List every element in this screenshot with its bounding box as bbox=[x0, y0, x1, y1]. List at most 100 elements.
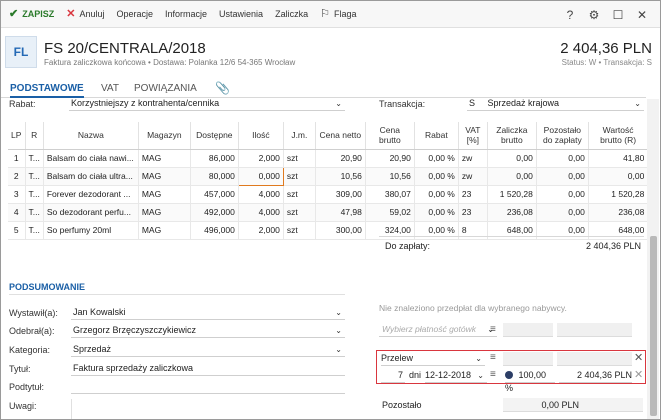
col-r[interactable]: R bbox=[25, 122, 44, 150]
table-row[interactable]: 3 T... Forever dezodorant ... MAG 457,00… bbox=[8, 185, 648, 204]
cell-rabat[interactable]: 0,00 % bbox=[414, 185, 459, 204]
cell-cena-brutto[interactable]: 10,56 bbox=[365, 167, 415, 186]
cell-magazyn[interactable]: MAG bbox=[138, 167, 191, 186]
odebral-value: Grzegorz Brzęczyszczykiewicz bbox=[73, 325, 197, 335]
cell-ilosc[interactable]: 4,000 bbox=[238, 203, 284, 222]
cell-nazwa[interactable]: So dezodorant perfu... bbox=[43, 203, 139, 222]
help-button[interactable]: ? bbox=[558, 8, 582, 22]
cell-vat[interactable]: 23 bbox=[458, 185, 488, 204]
rabat-select[interactable]: Korzystniejszy z kontrahenta/cennika ⌄ bbox=[69, 97, 345, 111]
cell-cena-netto[interactable]: 20,90 bbox=[315, 149, 366, 168]
cell-lp: 2 bbox=[8, 167, 26, 186]
advance-menu[interactable]: Zaliczka bbox=[269, 1, 314, 28]
col-magazyn[interactable]: Magazyn bbox=[138, 122, 191, 150]
cell-vat[interactable]: zw bbox=[458, 167, 488, 186]
payment-method-select[interactable]: Przelew ⌄ bbox=[381, 352, 485, 366]
tytul-input[interactable]: Faktura sprzedaży zaliczkowa bbox=[71, 362, 345, 376]
cell-nazwa[interactable]: Balsam do ciała nawi... bbox=[43, 149, 139, 168]
table-row[interactable]: 2 T... Balsam do ciała ultra... MAG 80,0… bbox=[8, 166, 648, 186]
flag-menu[interactable]: ⚐ Flaga bbox=[314, 1, 362, 28]
col-pozostalo[interactable]: Pozostało do zapłaty bbox=[536, 122, 589, 150]
col-ilosc[interactable]: Ilość bbox=[238, 122, 284, 150]
cash-payment-select[interactable]: Wybierz płatność gotówk ⌄ bbox=[379, 323, 497, 337]
col-lp[interactable]: LP bbox=[8, 122, 26, 150]
save-button[interactable]: ✔ ZAPISZ bbox=[1, 1, 60, 28]
odebral-select[interactable]: Grzegorz Brzęczyszczykiewicz ⌄ bbox=[71, 324, 345, 338]
menu-icon[interactable]: ≡ bbox=[490, 369, 496, 380]
cell-magazyn[interactable]: MAG bbox=[138, 221, 191, 240]
operations-menu[interactable]: Operacje bbox=[110, 1, 159, 28]
gear-icon[interactable]: ⚙ bbox=[582, 8, 606, 22]
cell-lp: 5 bbox=[8, 221, 26, 240]
cell-vat[interactable]: 23 bbox=[458, 203, 488, 222]
cell-rabat[interactable]: 0,00 % bbox=[414, 167, 459, 186]
menu-icon[interactable]: ≡ bbox=[490, 324, 496, 335]
menu-icon[interactable]: ≡ bbox=[490, 352, 496, 363]
table-row[interactable]: 1 T... Balsam do ciała nawi... MAG 86,00… bbox=[8, 149, 648, 168]
cell-cena-brutto[interactable]: 20,90 bbox=[365, 149, 415, 168]
cancel-button[interactable]: ✕ Anuluj bbox=[60, 1, 110, 28]
cell-cena-netto[interactable]: 10,56 bbox=[315, 167, 366, 186]
cell-magazyn[interactable]: MAG bbox=[138, 203, 191, 222]
table-row[interactable]: 4 T... So dezodorant perfu... MAG 492,00… bbox=[8, 203, 648, 222]
cell-vat[interactable]: zw bbox=[458, 149, 488, 168]
podtytul-input[interactable] bbox=[71, 380, 345, 394]
col-zaliczka[interactable]: Zaliczka brutto bbox=[487, 122, 537, 150]
days-input[interactable]: 7 bbox=[381, 369, 405, 383]
col-dostepne[interactable]: Dostępne bbox=[190, 122, 239, 150]
tab-podstawowe[interactable]: PODSTAWOWE bbox=[10, 83, 84, 98]
wystawil-select[interactable]: Jan Kowalski ⌄ bbox=[71, 306, 345, 320]
cell-cena-netto[interactable]: 309,00 bbox=[315, 185, 366, 204]
cell-rabat[interactable]: 0,00 % bbox=[414, 203, 459, 222]
close-icon[interactable]: ✕ bbox=[634, 368, 643, 381]
close-window-icon[interactable]: ✕ bbox=[630, 8, 654, 22]
col-vat[interactable]: VAT [%] bbox=[458, 122, 488, 150]
cell-jm[interactable]: szt bbox=[283, 185, 316, 204]
scrollbar-thumb[interactable] bbox=[650, 236, 657, 416]
settings-menu[interactable]: Ustawienia bbox=[213, 1, 269, 28]
avatar: FL bbox=[5, 36, 37, 68]
cell-cena-netto[interactable]: 47,98 bbox=[315, 203, 366, 222]
cell-jm[interactable]: szt bbox=[283, 221, 316, 240]
tab-vat[interactable]: VAT bbox=[101, 83, 119, 94]
cell-ilosc[interactable]: 2,000 bbox=[238, 221, 284, 240]
col-wartosc[interactable]: Wartość brutto (R) bbox=[588, 122, 648, 150]
uwagi-textarea[interactable] bbox=[71, 399, 345, 419]
rabat-value: Korzystniejszy z kontrahenta/cennika bbox=[71, 98, 220, 108]
cell-dostepne: 457,000 bbox=[190, 185, 239, 204]
transakcja-code: S bbox=[469, 98, 476, 108]
close-icon[interactable]: ✕ bbox=[634, 351, 643, 364]
col-cena-brutto[interactable]: Cena brutto bbox=[365, 122, 415, 150]
cell-magazyn[interactable]: MAG bbox=[138, 149, 191, 168]
tab-powiazania[interactable]: POWIĄZANIA bbox=[134, 83, 197, 94]
percent-field[interactable]: 100,00 % bbox=[505, 369, 555, 393]
transakcja-select[interactable]: S Sprzedaż krajowa ⌄ bbox=[467, 97, 644, 111]
cell-nazwa[interactable]: So perfumy 20ml bbox=[43, 221, 139, 240]
cell-cena-netto[interactable]: 300,00 bbox=[315, 221, 366, 240]
date-input[interactable]: 12-12-2018 ⌄ bbox=[425, 369, 487, 383]
payment-amount-field[interactable]: 2 404,36 PLN bbox=[559, 369, 632, 383]
cell-jm[interactable]: szt bbox=[283, 167, 316, 186]
kategoria-select[interactable]: Sprzedaż ⌄ bbox=[71, 343, 345, 357]
cell-lp: 1 bbox=[8, 149, 26, 168]
cell-cena-brutto[interactable]: 380,07 bbox=[365, 185, 415, 204]
cell-nazwa[interactable]: Balsam do ciała ultra... bbox=[43, 167, 139, 186]
cell-jm[interactable]: szt bbox=[283, 203, 316, 222]
cell-jm[interactable]: szt bbox=[283, 149, 316, 168]
maximize-icon[interactable]: ☐ bbox=[606, 8, 630, 22]
info-menu[interactable]: Informacje bbox=[159, 1, 213, 28]
cell-cena-brutto[interactable]: 59,02 bbox=[365, 203, 415, 222]
cell-ilosc-editing[interactable]: 0,000 bbox=[237, 166, 284, 186]
col-rabat[interactable]: Rabat bbox=[414, 122, 459, 150]
cell-ilosc[interactable]: 4,000 bbox=[238, 185, 284, 204]
cell-nazwa[interactable]: Forever dezodorant ... bbox=[43, 185, 139, 204]
col-nazwa[interactable]: Nazwa bbox=[43, 122, 139, 150]
paperclip-icon[interactable]: 📎 bbox=[215, 81, 230, 95]
col-cena-netto[interactable]: Cena netto bbox=[315, 122, 366, 150]
method-field-b bbox=[557, 352, 632, 366]
col-jm[interactable]: J.m. bbox=[283, 122, 316, 150]
cell-rabat[interactable]: 0,00 % bbox=[414, 149, 459, 168]
cell-pozostalo: 0,00 bbox=[536, 185, 589, 204]
cell-magazyn[interactable]: MAG bbox=[138, 185, 191, 204]
cell-ilosc[interactable]: 2,000 bbox=[238, 149, 284, 168]
